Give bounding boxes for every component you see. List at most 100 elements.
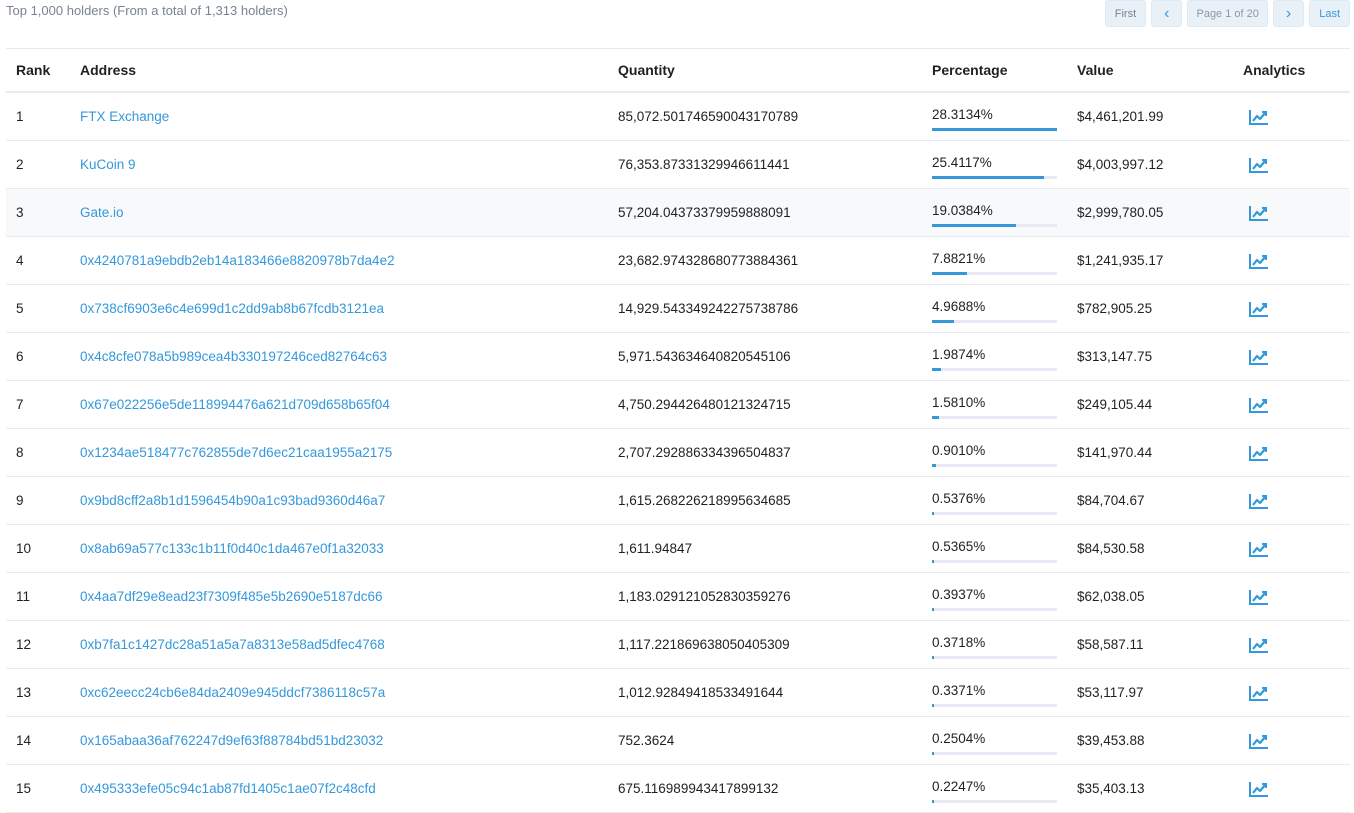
value-cell: $4,461,201.99 [1077, 92, 1243, 141]
percentage-cell: 4.9688% [932, 294, 1057, 324]
holder-address-link[interactable]: 0x738cf6903e6c4e699d1c2dd9ab8b67fcdb3121… [80, 301, 384, 316]
chart-line-icon[interactable] [1249, 637, 1269, 653]
quantity-cell: 1,611.94847 [618, 524, 932, 573]
chart-line-icon[interactable] [1249, 397, 1269, 413]
holder-address-link[interactable]: 0x4240781a9ebdb2eb14a183466e8820978b7da4… [80, 253, 395, 268]
rank-cell: 11 [6, 572, 80, 621]
value-cell: $782,905.25 [1077, 284, 1243, 333]
holder-address-link[interactable]: 0x9bd8cff2a8b1d1596454b90a1c93bad9360d46… [80, 493, 385, 508]
holder-address-link[interactable]: Gate.io [80, 205, 124, 220]
percentage-cell: 1.9874% [932, 342, 1057, 372]
quantity-cell: 14,929.543349242275738786 [618, 284, 932, 333]
percentage-text: 25.4117% [932, 154, 992, 170]
percentage-text: 0.3718% [932, 634, 986, 650]
holder-address-link[interactable]: 0x8ab69a577c133c1b11f0d40c1da467e0f1a320… [80, 541, 384, 556]
percentage-progress-fill [932, 799, 934, 803]
percentage-text: 28.3134% [932, 106, 993, 122]
percentage-progress-fill [932, 127, 1057, 131]
holders-table: Rank Address Quantity Percentage Value A… [6, 48, 1350, 813]
percentage-cell: 0.3718% [932, 630, 1057, 660]
next-page-button[interactable]: › [1272, 0, 1305, 27]
percentage-text: 1.9874% [932, 346, 986, 362]
chart-line-icon[interactable] [1249, 157, 1269, 173]
percentage-cell: 0.2504% [932, 726, 1057, 756]
percentage-cell: 7.8821% [932, 246, 1057, 276]
column-header-value: Value [1077, 48, 1243, 93]
holder-address-link[interactable]: 0xc62eecc24cb6e84da2409e945ddcf7386118c5… [80, 685, 385, 700]
percentage-progress-bar [932, 607, 1057, 611]
holder-address-link[interactable]: 0x1234ae518477c762855de7d6ec21caa1955a21… [80, 445, 392, 460]
value-cell: $141,970.44 [1077, 428, 1243, 477]
percentage-cell: 0.5365% [932, 534, 1057, 564]
percentage-progress-bar [932, 655, 1057, 659]
quantity-cell: 752.3624 [618, 716, 932, 765]
chart-line-icon[interactable] [1249, 349, 1269, 365]
holder-address-link[interactable]: 0x4c8cfe078a5b989cea4b330197246ced82764c… [80, 349, 387, 364]
holder-address-link[interactable]: 0x495333efe05c94c1ab87fd1405c1ae07f2c48c… [80, 781, 376, 796]
pagination: First ‹ Page 1 of 20 › Last [1104, 0, 1350, 27]
percentage-progress-fill [932, 271, 967, 275]
holders-header-bar: Top 1,000 holders (From a total of 1,313… [0, 0, 1354, 30]
holder-address-link[interactable]: FTX Exchange [80, 109, 169, 124]
chart-line-icon[interactable] [1249, 445, 1269, 461]
table-row: 2 KuCoin 9 76,353.87331329946611441 25.4… [6, 140, 1350, 189]
chart-line-icon[interactable] [1249, 733, 1269, 749]
table-row: 4 0x4240781a9ebdb2eb14a183466e8820978b7d… [6, 236, 1350, 285]
percentage-progress-bar [932, 127, 1057, 131]
table-row: 15 0x495333efe05c94c1ab87fd1405c1ae07f2c… [6, 764, 1350, 813]
percentage-cell: 0.3371% [932, 678, 1057, 708]
chart-line-icon[interactable] [1249, 589, 1269, 605]
percentage-progress-fill [932, 751, 934, 755]
table-row: 10 0x8ab69a577c133c1b11f0d40c1da467e0f1a… [6, 524, 1350, 573]
chart-line-icon[interactable] [1249, 109, 1269, 125]
quantity-cell: 2,707.292886334396504837 [618, 428, 932, 477]
percentage-progress-bar [932, 511, 1057, 515]
rank-cell: 13 [6, 668, 80, 717]
percentage-progress-bar [932, 463, 1057, 467]
percentage-progress-bar [932, 703, 1057, 707]
percentage-progress-fill [932, 175, 1045, 179]
table-row: 7 0x67e022256e5de118994476a621d709d658b6… [6, 380, 1350, 429]
quantity-cell: 675.116989943417899132 [618, 764, 932, 813]
first-page-button[interactable]: First [1104, 0, 1147, 27]
holder-address-link[interactable]: 0x67e022256e5de118994476a621d709d658b65f… [80, 397, 390, 412]
column-header-rank: Rank [6, 48, 80, 93]
rank-cell: 9 [6, 476, 80, 525]
last-page-button[interactable]: Last [1309, 0, 1350, 27]
percentage-text: 0.3371% [932, 682, 986, 698]
value-cell: $1,241,935.17 [1077, 236, 1243, 285]
holder-address-link[interactable]: 0xb7fa1c1427dc28a51a5a7a8313e58ad5dfec47… [80, 637, 385, 652]
chart-line-icon[interactable] [1249, 685, 1269, 701]
table-row: 5 0x738cf6903e6c4e699d1c2dd9ab8b67fcdb31… [6, 284, 1350, 333]
percentage-text: 0.5365% [932, 538, 986, 554]
chart-line-icon[interactable] [1249, 205, 1269, 221]
percentage-text: 0.2247% [932, 778, 986, 794]
rank-cell: 5 [6, 284, 80, 333]
chart-line-icon[interactable] [1249, 541, 1269, 557]
rank-cell: 2 [6, 140, 80, 189]
rank-cell: 8 [6, 428, 80, 477]
quantity-cell: 85,072.501746590043170789 [618, 92, 932, 141]
percentage-progress-fill [932, 703, 934, 707]
table-row: 13 0xc62eecc24cb6e84da2409e945ddcf738611… [6, 668, 1350, 717]
chart-line-icon[interactable] [1249, 781, 1269, 797]
value-cell: $84,530.58 [1077, 524, 1243, 573]
percentage-progress-bar [932, 799, 1057, 803]
previous-page-button[interactable]: ‹ [1151, 0, 1183, 27]
holder-address-link[interactable]: 0x4aa7df29e8ead23f7309f485e5b2690e5187dc… [80, 589, 383, 604]
percentage-progress-bar [932, 751, 1057, 755]
holders-summary: Top 1,000 holders (From a total of 1,313… [6, 3, 288, 18]
holder-address-link[interactable]: KuCoin 9 [80, 157, 136, 172]
percentage-progress-fill [932, 463, 936, 467]
chart-line-icon[interactable] [1249, 493, 1269, 509]
chart-line-icon[interactable] [1249, 253, 1269, 269]
percentage-text: 7.8821% [932, 250, 986, 266]
table-row: 1 FTX Exchange 85,072.501746590043170789… [6, 92, 1350, 141]
chart-line-icon[interactable] [1249, 301, 1269, 317]
holder-address-link[interactable]: 0x165abaa36af762247d9ef63f88784bd51bd230… [80, 733, 383, 748]
table-row: 12 0xb7fa1c1427dc28a51a5a7a8313e58ad5dfe… [6, 620, 1350, 669]
column-header-quantity: Quantity [618, 48, 932, 93]
rank-cell: 10 [6, 524, 80, 573]
column-header-analytics: Analytics [1243, 48, 1350, 93]
table-row: 3 Gate.io 57,204.04373379959888091 19.03… [6, 188, 1350, 237]
